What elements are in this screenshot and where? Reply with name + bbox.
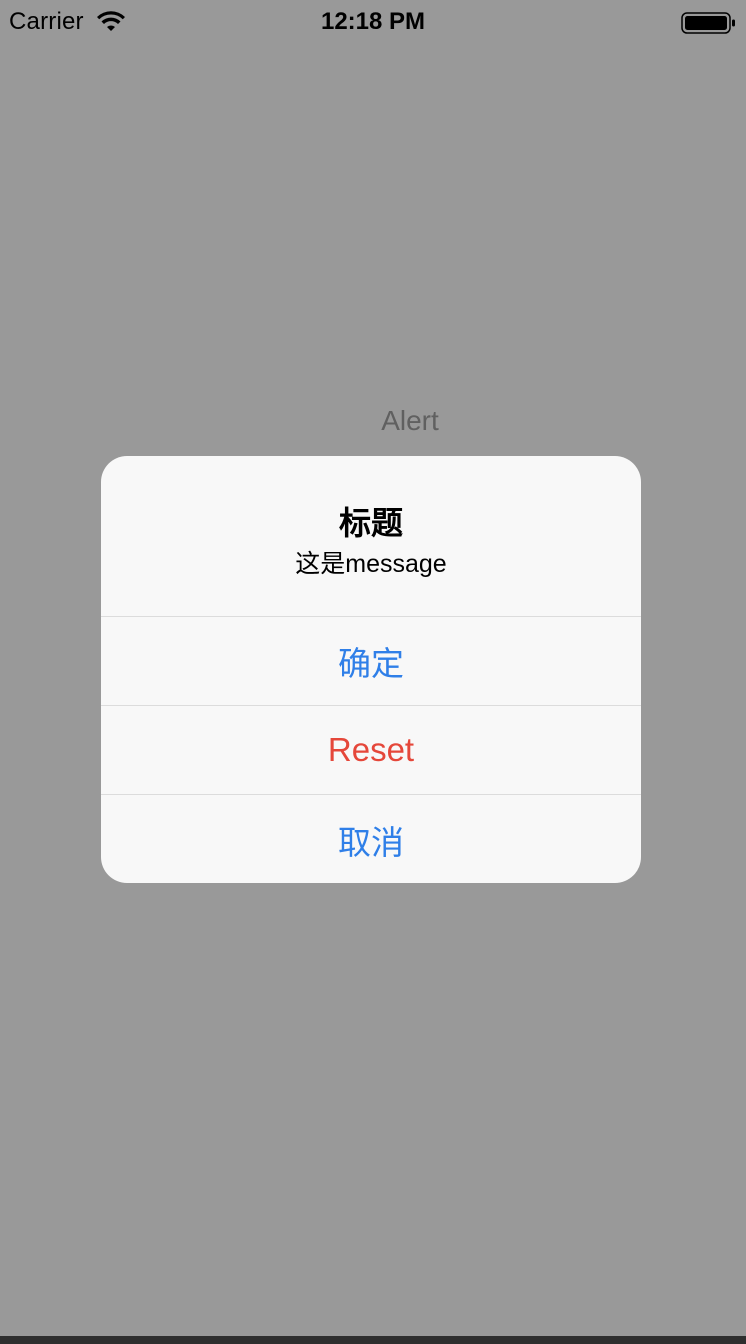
status-bar: Carrier 12:18 PM xyxy=(0,0,746,44)
reset-button[interactable]: Reset xyxy=(101,705,641,794)
status-time: 12:18 PM xyxy=(320,8,426,35)
battery-icon xyxy=(681,12,735,34)
alert-trigger-label[interactable]: Alert xyxy=(330,405,490,437)
app-screen: Carrier 12:18 PM Alert 标题 这是message 确定 R… xyxy=(0,0,746,1336)
bottom-edge xyxy=(0,1336,746,1344)
alert-header: 标题 这是message xyxy=(101,456,641,616)
alert-message: 这是message xyxy=(295,550,447,578)
cancel-button[interactable]: 取消 xyxy=(101,794,641,883)
confirm-button[interactable]: 确定 xyxy=(101,616,641,705)
alert-title: 标题 xyxy=(338,505,403,541)
alert-dialog: 标题 这是message 确定 Reset 取消 xyxy=(101,456,641,883)
